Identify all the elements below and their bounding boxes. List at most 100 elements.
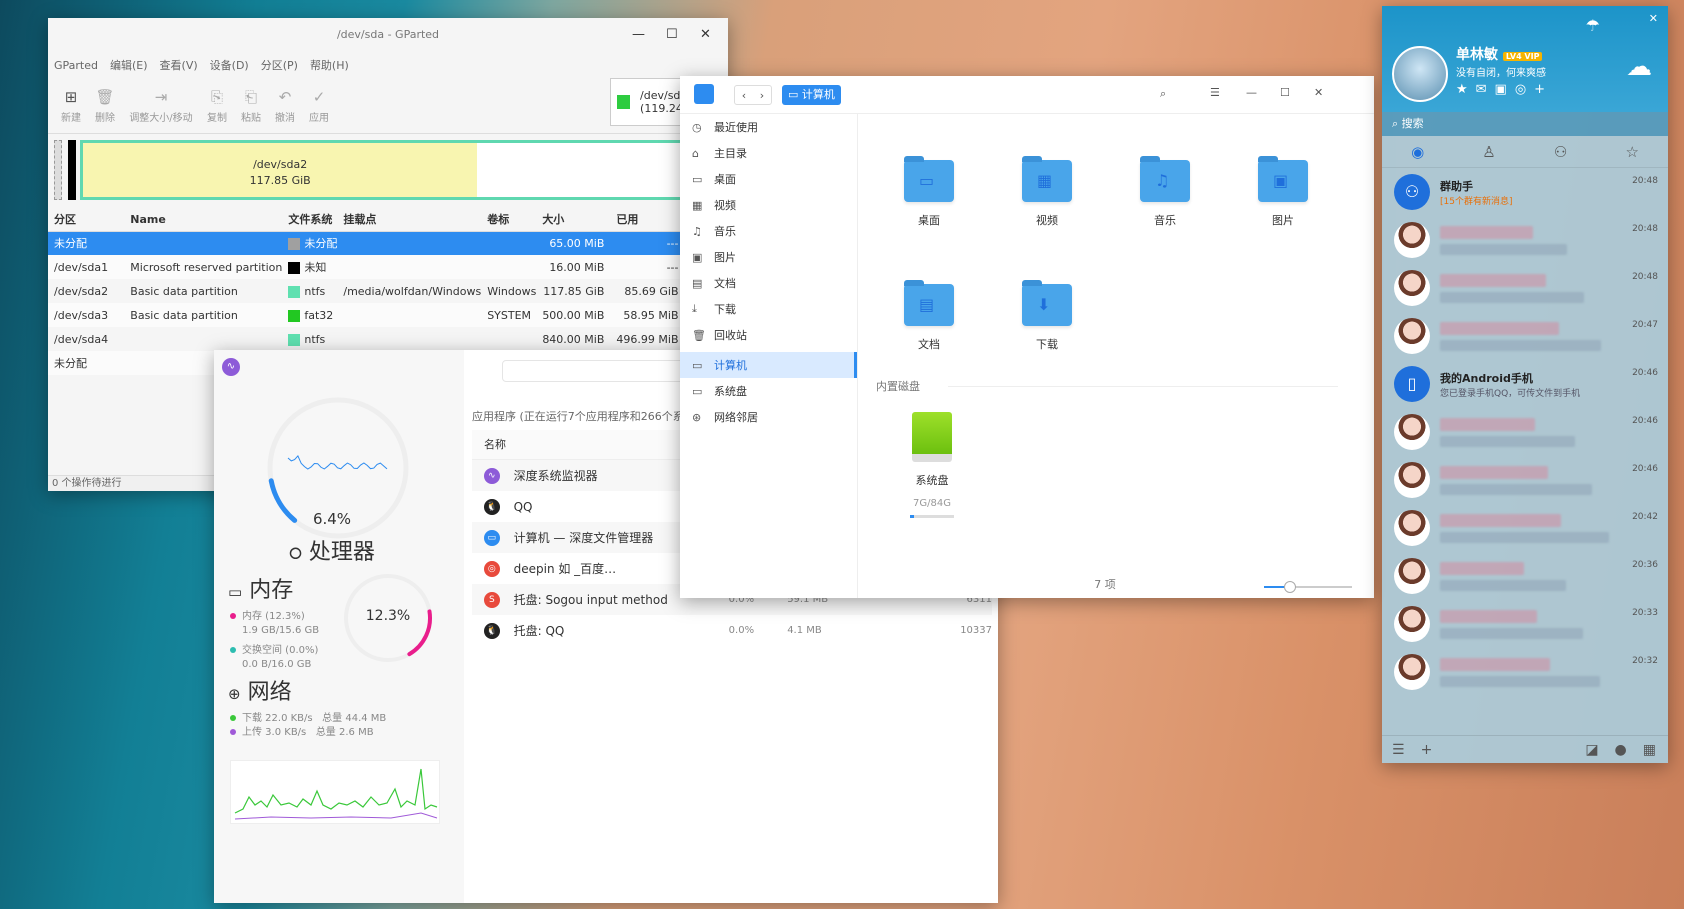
- menu-item-2[interactable]: 查看(V): [160, 57, 198, 73]
- menu-icon[interactable]: ☰: [1210, 86, 1220, 99]
- sidebar-item-11[interactable]: ⊛ 网络邻居: [680, 404, 857, 430]
- folder-item[interactable]: ▭ 桌面: [884, 156, 974, 228]
- table-row[interactable]: 未分配 未分配 65.00 MiB ---: [48, 231, 728, 255]
- list-item[interactable]: 20:42: [1382, 504, 1668, 552]
- menu-item-3[interactable]: 设备(D): [210, 57, 249, 73]
- sidebar-item-6[interactable]: ▤ 文档: [680, 270, 857, 296]
- blurred-name: [1440, 561, 1524, 575]
- column-header-4[interactable]: 卷标: [481, 208, 537, 232]
- phone-icon: ▯: [1394, 366, 1430, 402]
- sidebar-icon-9: ▭: [692, 358, 703, 372]
- tab-messages-icon[interactable]: ◉: [1411, 143, 1424, 161]
- fs-color-swatch: [288, 309, 301, 322]
- sidebar-item-2[interactable]: ▭ 桌面: [680, 166, 857, 192]
- tab-favorites-icon[interactable]: ☆: [1625, 143, 1638, 161]
- list-item[interactable]: ⚇ 群助手 [15个群有新消息] 20:48: [1382, 168, 1668, 216]
- column-header-6[interactable]: 已用: [610, 208, 685, 232]
- toolbar-button-6[interactable]: ✓ 应用: [302, 88, 336, 124]
- app-icon[interactable]: ◪: [1585, 742, 1598, 758]
- folder-item[interactable]: ▣ 图片: [1238, 156, 1328, 228]
- sidebar-item-1[interactable]: ⌂ 主目录: [680, 140, 857, 166]
- close-icon[interactable]: ✕: [1649, 12, 1658, 25]
- folder-icon: ▣: [1258, 156, 1308, 202]
- sidebar-icon-2: ▭: [692, 172, 703, 186]
- list-item[interactable]: 20:36: [1382, 552, 1668, 600]
- list-item[interactable]: 20:46: [1382, 408, 1668, 456]
- folder-item[interactable]: ♫ 音乐: [1120, 156, 1210, 228]
- menu-item-4[interactable]: 分区(P): [261, 57, 298, 73]
- sidebar-item-4[interactable]: ♫ 音乐: [680, 218, 857, 244]
- forward-icon[interactable]: ›: [760, 89, 764, 102]
- close-icon[interactable]: ✕: [1314, 86, 1323, 99]
- toolbar-button-0[interactable]: ⊞ 新建: [54, 88, 88, 124]
- user-signature[interactable]: 没有自闭，何来爽感: [1456, 64, 1546, 79]
- partition-block-sda1[interactable]: [68, 140, 76, 200]
- process-row[interactable]: 🐧 托盘: QQ 0.0% 4.1 MB 10337: [472, 615, 992, 646]
- partition-block-sda2[interactable]: /dev/sda2 117.85 GiB: [80, 140, 722, 200]
- folder-item[interactable]: ▤ 文档: [884, 280, 974, 352]
- sidebar-item-5[interactable]: ▣ 图片: [680, 244, 857, 270]
- sidebar-icon-7: ⤓: [692, 302, 697, 315]
- folder-item[interactable]: ⬇ 下载: [1002, 280, 1092, 352]
- list-item[interactable]: 20:48: [1382, 264, 1668, 312]
- partition-bar[interactable]: /dev/sda2 117.85 GiB: [54, 138, 722, 204]
- user-name[interactable]: 单林敏 LV4 VIP: [1456, 44, 1543, 64]
- sidebar-icon-10: ▭: [692, 384, 703, 398]
- minimize-icon[interactable]: —: [632, 18, 645, 52]
- qq-search-input[interactable]: ⌕ 搜索: [1382, 112, 1668, 136]
- toolbar-button-1[interactable]: 🗑 删除: [88, 88, 122, 124]
- table-row[interactable]: /dev/sda4ntfs840.00 MiB496.99 MiB343.0: [48, 327, 728, 351]
- memory-legend: 内存 (12.3%) 1.9 GB/15.6 GB 交换空间 (0.0%) 0.…: [230, 610, 319, 672]
- menu-item-0[interactable]: GParted: [54, 59, 98, 72]
- back-icon[interactable]: ‹: [742, 89, 746, 102]
- add-icon[interactable]: +: [1421, 742, 1433, 758]
- table-row[interactable]: /dev/sda1 Microsoft reserved partition 未知 1…: [48, 255, 728, 279]
- tab-contacts-icon[interactable]: ♙: [1482, 143, 1495, 161]
- column-header-5[interactable]: 大小: [536, 208, 611, 232]
- toolbar-button-5[interactable]: ↶ 撤消: [268, 88, 302, 124]
- column-header-1[interactable]: Name: [124, 208, 283, 232]
- sidebar-item-8[interactable]: 🗑 回收站: [680, 322, 857, 348]
- list-item[interactable]: 20:32: [1382, 648, 1668, 696]
- message-time: 20:32: [1632, 656, 1658, 666]
- search-icon[interactable]: ⌕: [1160, 87, 1166, 101]
- partition-block-unallocated[interactable]: [54, 140, 62, 200]
- game-icon[interactable]: ●: [1615, 742, 1627, 758]
- column-header-2[interactable]: 文件系统: [282, 208, 338, 232]
- zoom-slider[interactable]: [1264, 581, 1352, 593]
- menu-item-1[interactable]: 编辑(E): [110, 57, 148, 73]
- toolbar-button-3[interactable]: ⎘ 复制: [200, 88, 234, 124]
- toolbar-button-2[interactable]: ⇥ 调整大小/移动: [122, 88, 200, 124]
- tab-groups-icon[interactable]: ⚇: [1554, 143, 1567, 161]
- avatar: [1394, 222, 1430, 258]
- sidebar-item-9[interactable]: ▭ 计算机: [680, 352, 857, 378]
- toolbar-icon-5: ↶: [278, 87, 292, 106]
- maximize-icon[interactable]: ☐: [666, 18, 678, 52]
- sidebar-item-7[interactable]: ⤓ 下载: [680, 296, 857, 322]
- list-item[interactable]: 20:47: [1382, 312, 1668, 360]
- minimize-icon[interactable]: —: [1246, 86, 1257, 99]
- maximize-icon[interactable]: ☐: [1280, 86, 1290, 99]
- list-item[interactable]: ▯ 我的Android手机 您已登录手机QQ，可传文件到手机 20:46: [1382, 360, 1668, 408]
- menu-item-5[interactable]: 帮助(H): [310, 57, 349, 73]
- folder-item[interactable]: ▦ 视频: [1002, 156, 1092, 228]
- disk-item[interactable]: 系统盘 7G/84G: [902, 412, 962, 518]
- sidebar-item-0[interactable]: ◷ 最近使用: [680, 114, 857, 140]
- breadcrumb[interactable]: ▭ 计算机: [782, 85, 841, 105]
- status-icons[interactable]: ★✉▣◎+: [1456, 82, 1553, 97]
- list-item[interactable]: 20:33: [1382, 600, 1668, 648]
- list-item[interactable]: 20:48: [1382, 216, 1668, 264]
- sidebar-item-3[interactable]: ▦ 视频: [680, 192, 857, 218]
- main-menu-icon[interactable]: ☰: [1392, 742, 1405, 758]
- table-row[interactable]: /dev/sda3 Basic data partition fat32 SYSTEM…: [48, 303, 728, 327]
- column-header-0[interactable]: 分区: [48, 208, 125, 232]
- list-item[interactable]: 20:46: [1382, 456, 1668, 504]
- weather-icon[interactable]: ☁: [1626, 52, 1652, 82]
- close-icon[interactable]: ✕: [700, 18, 711, 52]
- apps-grid-icon[interactable]: ▦: [1643, 742, 1656, 758]
- avatar[interactable]: [1392, 46, 1448, 102]
- sidebar-item-10[interactable]: ▭ 系统盘: [680, 378, 857, 404]
- table-row[interactable]: /dev/sda2 Basic data partition ntfs/media/…: [48, 279, 728, 303]
- toolbar-button-4[interactable]: ⎗ 粘贴: [234, 88, 268, 124]
- column-header-3[interactable]: 挂载点: [337, 208, 482, 232]
